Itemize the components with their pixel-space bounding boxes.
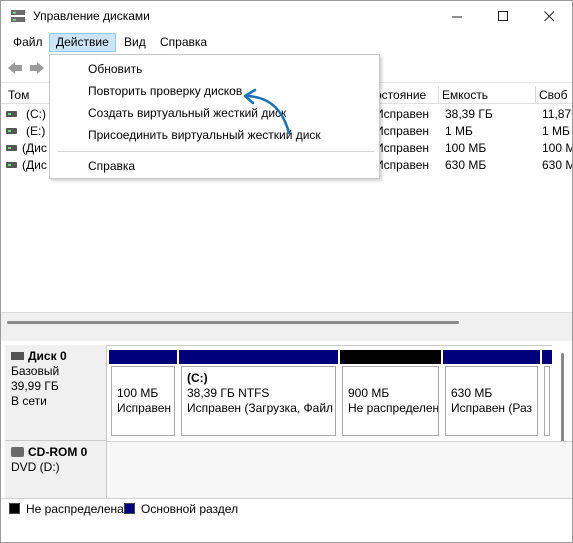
partition-box: 900 МБ Не распределен (342, 366, 439, 436)
column-header-free[interactable]: Своб (536, 86, 572, 104)
partition-box: 100 МБ Исправен (111, 366, 175, 436)
window-title: Управление дисками (33, 9, 150, 23)
menu-bar: Файл Действие Вид Справка (1, 31, 572, 53)
partition-size: 38,39 ГБ NTFS (187, 386, 270, 400)
forward-button[interactable] (27, 58, 47, 78)
partition-size: 100 МБ (117, 386, 159, 400)
back-arrow-icon (8, 62, 22, 74)
close-icon (543, 10, 554, 21)
maximize-icon (497, 10, 508, 21)
menu-view[interactable]: Вид (118, 33, 152, 52)
minimize-icon (451, 16, 462, 17)
partition-status: Не распределен (348, 401, 439, 415)
disk-status: В сети (11, 394, 47, 408)
menu-separator (58, 151, 374, 152)
cell-status: Исправен (375, 141, 430, 155)
horizontal-scrollbar[interactable] (7, 321, 459, 324)
volume-icon (6, 128, 17, 134)
menu-file[interactable]: Файл (7, 33, 49, 52)
action-dropdown-menu: Обновить Повторить проверку дисков Созда… (49, 54, 380, 179)
partition-box: 630 МБ Исправен (Раз (445, 366, 538, 436)
partition-recovery[interactable]: 630 МБ Исправен (Раз (441, 348, 540, 440)
menu-help[interactable]: Справка (154, 33, 213, 52)
pane-splitter[interactable] (1, 312, 572, 341)
cell-status: Исправен (375, 124, 430, 138)
disk-0-label[interactable]: Диск 0 Базовый 39,99 ГБ В сети (5, 345, 107, 441)
menu-action[interactable]: Действие (49, 33, 116, 52)
partition-bar (542, 350, 552, 364)
cd-drive-icon (11, 446, 24, 457)
menu-item-rescan-disks[interactable]: Повторить проверку дисков (52, 80, 377, 102)
volume-icon (6, 111, 17, 117)
cell-status: Исправен (375, 158, 430, 172)
close-button[interactable] (526, 1, 572, 31)
partition-status: Исправен (Раз (451, 401, 532, 415)
column-header-status[interactable]: остояние (372, 86, 439, 104)
menu-item-attach-vhd[interactable]: Присоединить виртуальный жесткий диск (52, 124, 377, 146)
legend-primary-swatch (124, 503, 135, 514)
partition-label: (C:) (187, 371, 208, 385)
partition-box (544, 366, 550, 436)
partition-bar (109, 350, 177, 364)
legend-unallocated-swatch (9, 503, 20, 514)
disk-graphical-view: Диск 0 Базовый 39,99 ГБ В сети 100 МБ Ис… (1, 341, 572, 499)
disk-management-window: Управление дисками Файл Действие Вид Спр… (0, 0, 573, 543)
partition-size: 900 МБ (348, 386, 390, 400)
status-bar (1, 518, 572, 542)
partition-unallocated[interactable]: 900 МБ Не распределен (338, 348, 441, 440)
partition-small[interactable] (540, 348, 552, 440)
cell-free: 630 М (542, 158, 572, 172)
partition-status: Исправен (117, 401, 172, 415)
legend: Не распределена Основной раздел (1, 498, 572, 518)
partition-bar (340, 350, 441, 364)
cell-free: 100 М (542, 141, 572, 155)
volume-icon (6, 162, 17, 168)
cell-free: 1 МБ (542, 124, 570, 138)
volume-icon (6, 145, 17, 151)
disk-name: Диск 0 (28, 349, 67, 363)
cdrom-area (107, 441, 572, 499)
cell-capacity: 100 МБ (445, 141, 487, 155)
hard-disk-icon (11, 351, 24, 360)
legend-unallocated-label: Не распределена (26, 502, 124, 516)
cdrom-0-label[interactable]: CD-ROM 0 DVD (D:) (5, 441, 107, 499)
legend-primary-label: Основной раздел (141, 502, 239, 516)
cell-status: Исправен (375, 107, 430, 121)
cdrom-name: CD-ROM 0 (28, 445, 88, 459)
disk-management-icon (10, 9, 26, 23)
partition-bar (179, 350, 338, 364)
cell-free: 11,87 (542, 107, 572, 121)
disk-type: Базовый (11, 364, 60, 378)
menu-item-create-vhd[interactable]: Создать виртуальный жесткий диск (52, 102, 377, 124)
cdrom-drive: DVD (D:) (11, 460, 60, 474)
partition-size: 630 МБ (451, 386, 493, 400)
maximize-button[interactable] (480, 1, 526, 31)
menu-item-help[interactable]: Справка (52, 155, 377, 177)
partition-status: Исправен (Загрузка, Файл (187, 401, 334, 415)
cell-capacity: 630 МБ (445, 158, 487, 172)
cell-capacity: 38,39 ГБ (445, 107, 493, 121)
disk-size: 39,99 ГБ (11, 379, 59, 393)
forward-arrow-icon (30, 62, 44, 74)
back-button[interactable] (5, 58, 25, 78)
cell-capacity: 1 МБ (445, 124, 473, 138)
annotation-arrow-icon (243, 88, 291, 135)
menu-item-refresh[interactable]: Обновить (52, 58, 377, 80)
column-header-capacity[interactable]: Емкость (439, 86, 536, 104)
disk-0-partitions: 100 МБ Исправен (C:) 38,39 ГБ NTFS Испра… (107, 345, 552, 441)
minimize-button[interactable] (434, 1, 480, 31)
partition-bar (443, 350, 540, 364)
partition-box: (C:) 38,39 ГБ NTFS Исправен (Загрузка, Ф… (181, 366, 336, 436)
partition-c[interactable]: (C:) 38,39 ГБ NTFS Исправен (Загрузка, Ф… (177, 348, 338, 440)
title-bar: Управление дисками (1, 1, 572, 31)
partition-system-reserved[interactable]: 100 МБ Исправен (107, 348, 177, 440)
